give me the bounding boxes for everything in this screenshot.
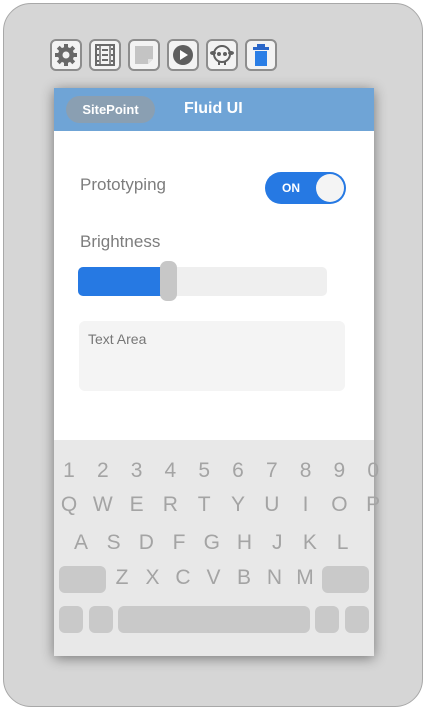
key-letter-a[interactable]: A bbox=[66, 531, 96, 555]
prototyping-toggle[interactable]: ON bbox=[265, 172, 346, 204]
key-num-2[interactable]: 2 bbox=[88, 459, 118, 483]
emoji-key[interactable] bbox=[89, 606, 113, 633]
sheep-icon bbox=[210, 45, 234, 65]
space-key[interactable] bbox=[118, 606, 310, 633]
key-letter-x[interactable]: X bbox=[138, 566, 168, 590]
shift-key[interactable] bbox=[59, 566, 106, 593]
app-header: SitePoint Fluid UI bbox=[54, 88, 374, 131]
bottom-letter-row: ZXCVBNM bbox=[54, 566, 374, 593]
key-letter-l[interactable]: L bbox=[328, 531, 358, 555]
key-letter-u[interactable]: U bbox=[257, 493, 287, 517]
toggle-state-text: ON bbox=[282, 181, 300, 195]
slider-fill bbox=[78, 267, 168, 296]
page-icon bbox=[135, 46, 153, 64]
key-letter-t[interactable]: T bbox=[189, 493, 219, 517]
key-letter-m[interactable]: M bbox=[290, 566, 320, 590]
trash-icon bbox=[253, 44, 269, 66]
key-num-6[interactable]: 6 bbox=[223, 459, 253, 483]
key-letter-y[interactable]: Y bbox=[223, 493, 253, 517]
sheep-tool-button[interactable] bbox=[206, 39, 238, 71]
key-letter-e[interactable]: E bbox=[122, 493, 152, 517]
page-tool-button[interactable] bbox=[128, 39, 160, 71]
keyboard: 1234567890 QWERTYUIOP ASDFGHJKL ZXCVBNM bbox=[54, 440, 380, 656]
top-letter-row: QWERTYUIOP bbox=[54, 493, 380, 517]
sitepoint-badge[interactable]: SitePoint bbox=[66, 96, 155, 123]
play-tool-button[interactable] bbox=[167, 39, 199, 71]
slider-thumb[interactable] bbox=[159, 261, 177, 301]
key-num-1[interactable]: 1 bbox=[54, 459, 84, 483]
key-num-5[interactable]: 5 bbox=[189, 459, 219, 483]
numbers-key[interactable] bbox=[59, 606, 83, 633]
key-letter-h[interactable]: H bbox=[230, 531, 260, 555]
key-letter-q[interactable]: Q bbox=[54, 493, 84, 517]
phone-screen: SitePoint Fluid UI Prototyping ON Bright… bbox=[54, 88, 380, 656]
delete-tool-button[interactable] bbox=[245, 39, 277, 71]
key-letter-d[interactable]: D bbox=[131, 531, 161, 555]
app-title: Fluid UI bbox=[184, 100, 243, 117]
gear-icon bbox=[55, 44, 77, 66]
key-num-7[interactable]: 7 bbox=[257, 459, 287, 483]
key-letter-p[interactable]: P bbox=[358, 493, 388, 517]
backspace-key[interactable] bbox=[322, 566, 369, 593]
middle-letter-row: ASDFGHJKL bbox=[54, 531, 374, 555]
key-letter-j[interactable]: J bbox=[262, 531, 292, 555]
play-icon bbox=[173, 45, 193, 65]
key-letter-n[interactable]: N bbox=[260, 566, 290, 590]
settings-tool-button[interactable] bbox=[50, 39, 82, 71]
key-num-4[interactable]: 4 bbox=[155, 459, 185, 483]
key-num-0[interactable]: 0 bbox=[358, 459, 388, 483]
brightness-label: Brightness bbox=[80, 232, 161, 251]
key-letter-i[interactable]: I bbox=[291, 493, 321, 517]
key-letter-c[interactable]: C bbox=[168, 566, 198, 590]
film-icon bbox=[95, 44, 115, 66]
text-area-placeholder: Text Area bbox=[88, 331, 147, 347]
period-key[interactable] bbox=[315, 606, 339, 633]
key-letter-f[interactable]: F bbox=[164, 531, 194, 555]
toggle-knob bbox=[316, 174, 344, 202]
return-key[interactable] bbox=[345, 606, 369, 633]
prototyping-label: Prototyping bbox=[80, 175, 166, 194]
toolbar bbox=[50, 39, 277, 71]
key-letter-o[interactable]: O bbox=[324, 493, 354, 517]
key-num-3[interactable]: 3 bbox=[122, 459, 152, 483]
storyboard-tool-button[interactable] bbox=[89, 39, 121, 71]
brightness-slider[interactable] bbox=[78, 261, 327, 301]
key-letter-k[interactable]: K bbox=[295, 531, 325, 555]
key-num-9[interactable]: 9 bbox=[324, 459, 354, 483]
key-letter-s[interactable]: S bbox=[99, 531, 129, 555]
key-letter-z[interactable]: Z bbox=[107, 566, 137, 590]
key-num-8[interactable]: 8 bbox=[291, 459, 321, 483]
key-letter-r[interactable]: R bbox=[155, 493, 185, 517]
key-letter-w[interactable]: W bbox=[88, 493, 118, 517]
text-area[interactable]: Text Area bbox=[79, 321, 345, 391]
key-letter-b[interactable]: B bbox=[229, 566, 259, 590]
number-row: 1234567890 bbox=[54, 459, 379, 483]
key-letter-g[interactable]: G bbox=[197, 531, 227, 555]
key-letter-v[interactable]: V bbox=[199, 566, 229, 590]
